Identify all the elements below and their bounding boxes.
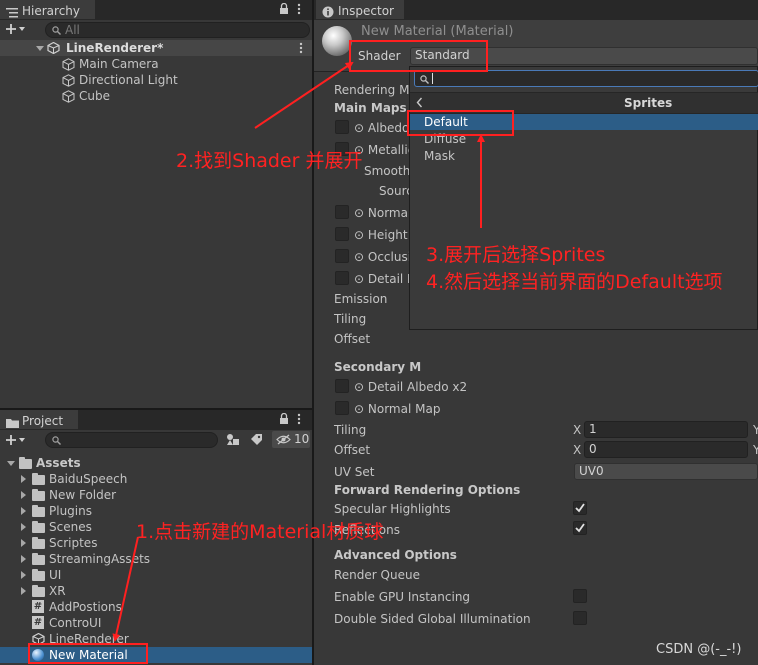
- annotation-arrows: [112, 61, 485, 642]
- csdn-watermark: CSDN @(-_-!): [656, 642, 742, 657]
- annotation-step4: 4.然后选择当前界面的Default选项: [426, 271, 723, 293]
- arrow-step2: [254, 61, 354, 129]
- annotation-step1: 1.点击新建的Material材质球: [136, 521, 384, 543]
- annotation-step2: 2.找到Shader 并展开: [176, 150, 363, 172]
- arrow-step1: [112, 536, 139, 642]
- annotation-step3: 3.展开后选择Sprites: [426, 244, 606, 266]
